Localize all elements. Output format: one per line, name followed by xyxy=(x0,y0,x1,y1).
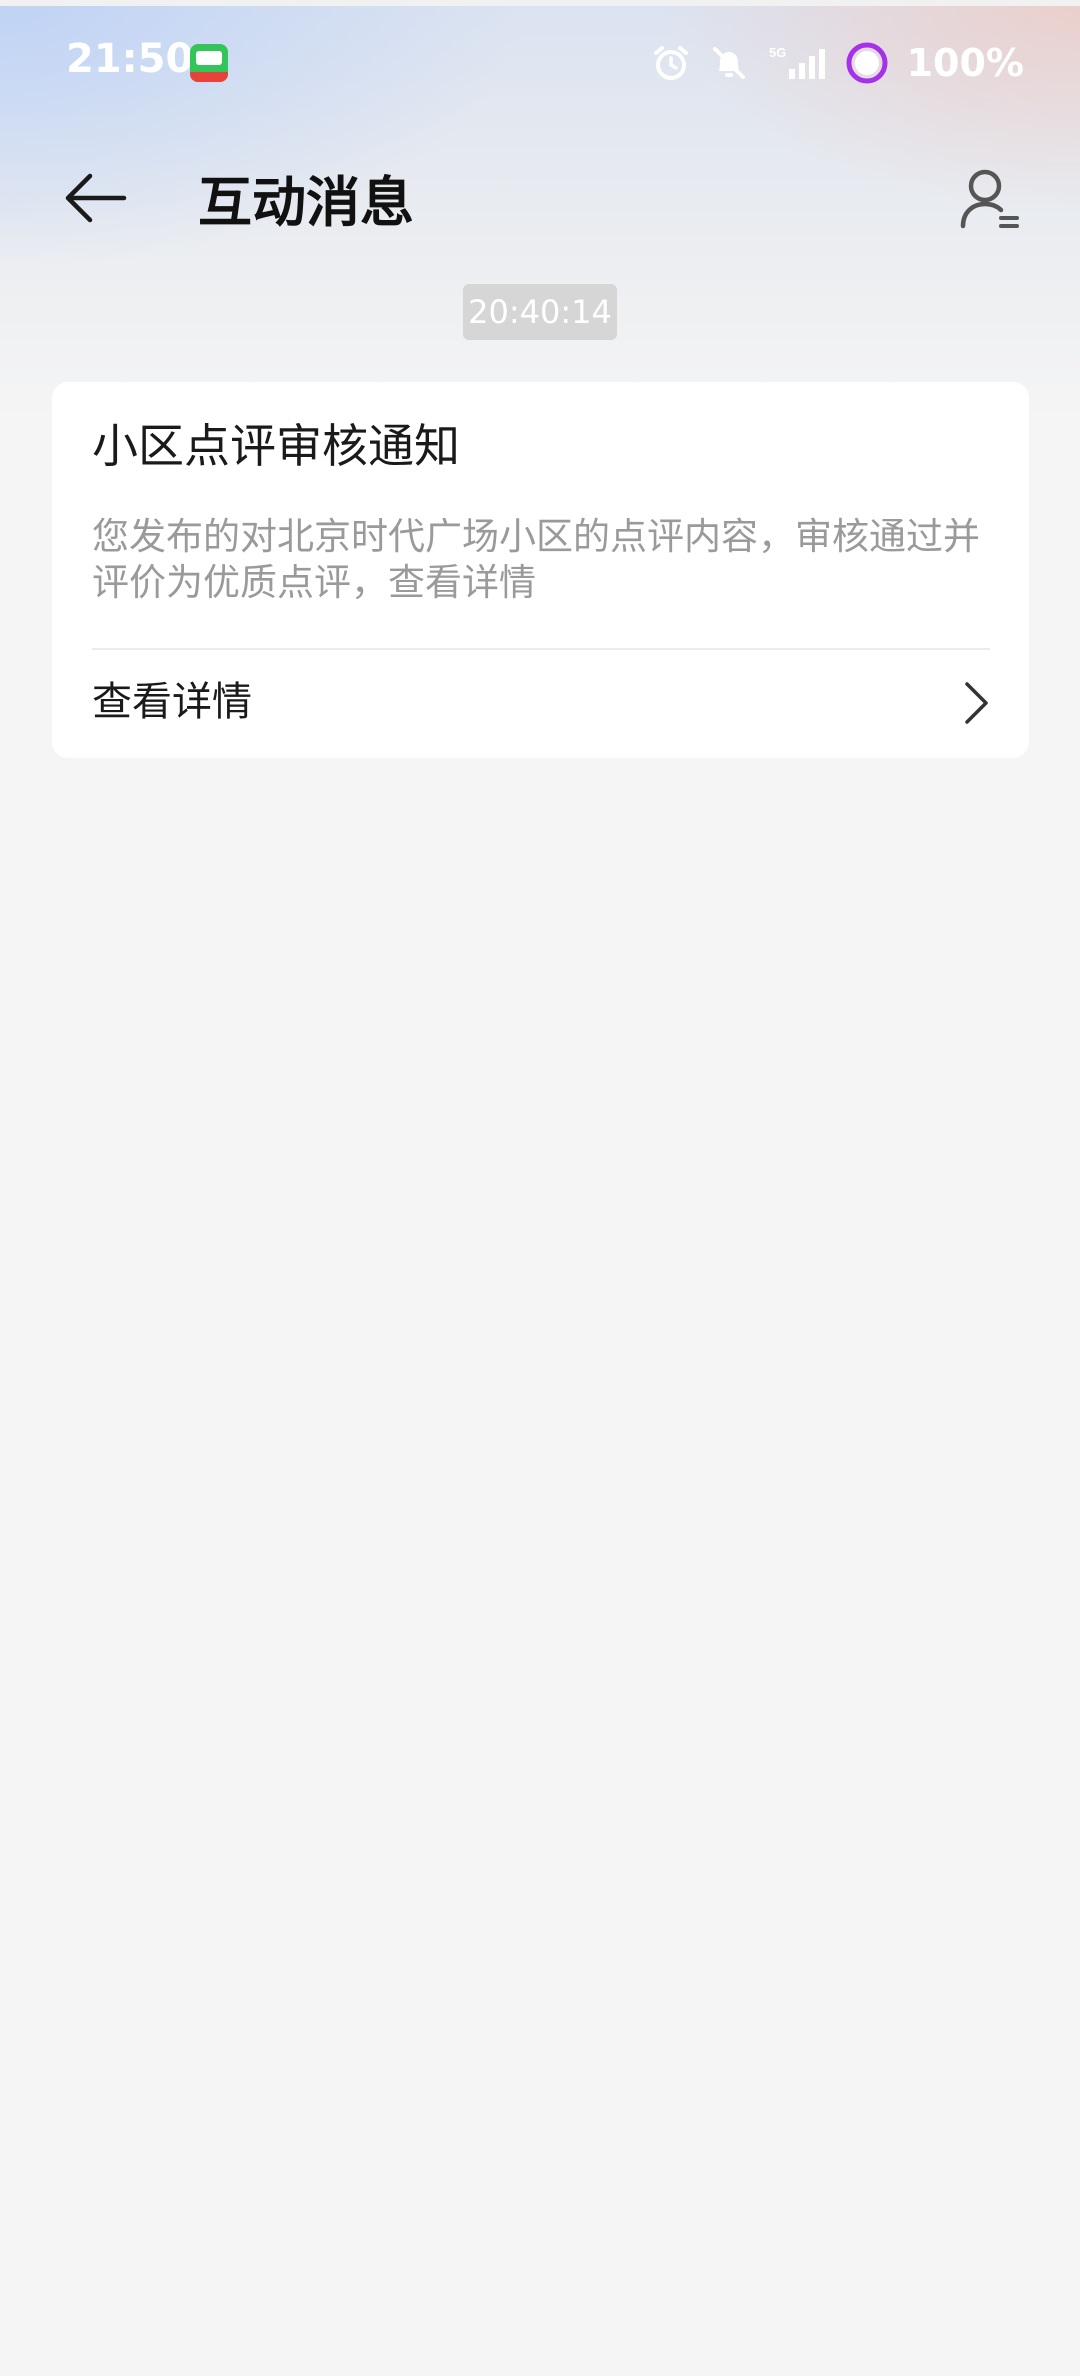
view-details-link[interactable]: 查看详情 xyxy=(52,650,1029,758)
user-list-icon xyxy=(957,166,1021,236)
chevron-right-icon xyxy=(961,680,991,730)
alarm-icon xyxy=(651,43,691,83)
bell-off-icon xyxy=(709,43,749,83)
message-title: 小区点评审核通知 xyxy=(92,419,460,473)
page-title: 互动消息 xyxy=(198,171,414,234)
app-notification-icon xyxy=(190,44,228,82)
status-icons: 5G 100% xyxy=(651,38,1024,88)
status-bar: 21:50 5G 100% xyxy=(0,0,1080,126)
svg-text:5G: 5G xyxy=(769,45,786,60)
battery-percentage: 100% xyxy=(906,41,1024,85)
view-details-label: 查看详情 xyxy=(92,679,252,725)
message-timestamp: 20:40:14 xyxy=(463,284,617,340)
battery-ring-icon xyxy=(845,41,889,85)
back-arrow-icon xyxy=(64,172,128,228)
contact-settings-button[interactable] xyxy=(952,164,1026,238)
back-button[interactable] xyxy=(60,164,132,236)
message-card[interactable]: 小区点评审核通知 您发布的对北京时代广场小区的点评内容，审核通过并评价为优质点评… xyxy=(52,382,1029,758)
status-time: 21:50 xyxy=(66,36,194,82)
message-body: 您发布的对北京时代广场小区的点评内容，审核通过并评价为优质点评，查看详情 xyxy=(92,515,980,604)
signal-5g-icon: 5G xyxy=(767,43,827,83)
